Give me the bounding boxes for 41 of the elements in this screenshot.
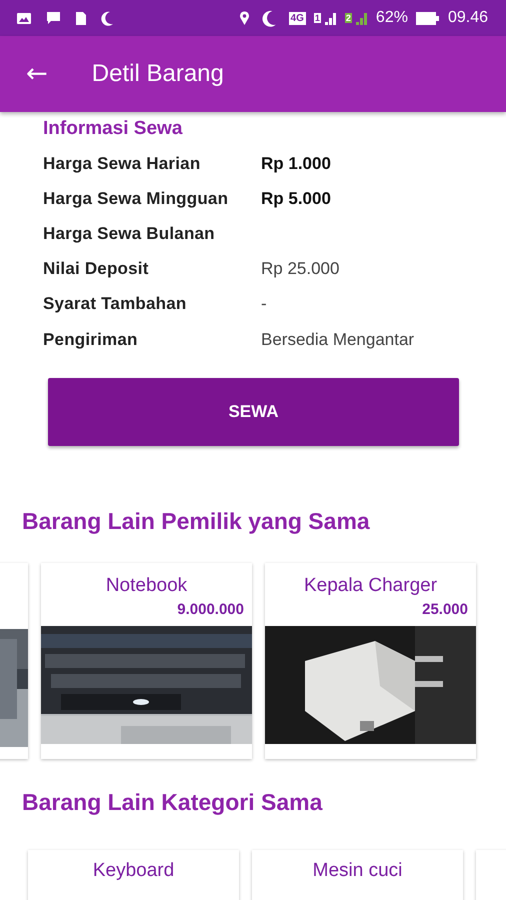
moon-icon [262,10,277,26]
signal-icon [324,10,337,26]
product-name: Kepala Charger [302,575,438,598]
section-heading: Barang Lain Kategori Sama [22,789,324,816]
signal-icon [356,10,368,26]
page-title: Detil Barang [92,60,224,88]
product-card[interactable]: Notebook 9.000.000 [41,563,252,760]
network-label: 4G [288,12,306,24]
battery-percent: 62% [376,9,408,27]
info-label: Syarat Tambahan [43,294,188,314]
moon-icon [101,10,114,26]
rent-button[interactable]: SEWA [48,378,459,446]
info-value: Rp 25.000 [261,259,340,280]
back-button[interactable]: ← [20,59,54,89]
info-label: Pengiriman [43,330,139,350]
location-icon [238,10,250,26]
info-value: Bersedia Mengantar [261,330,414,350]
info-label: Nilai Deposit [43,259,150,280]
info-value: Rp 5.000 [261,188,331,209]
sd-card-icon [75,10,87,26]
sim-label: 2 [344,13,352,23]
image-icon [16,12,32,24]
info-label: Harga Sewa Bulanan [43,224,216,244]
info-label: Harga Sewa Mingguan [43,188,230,209]
product-name: Keyboard [92,860,176,882]
product-card[interactable]: Keyboard [28,850,239,900]
info-value: - [261,294,267,314]
clock: 09.46 [448,9,488,27]
product-price: 25.000 [421,601,469,620]
product-card[interactable]: Mesin cuci [252,850,463,900]
info-label: Harga Sewa Harian [43,154,202,174]
battery-icon [416,10,440,26]
product-name: Mesin cuci [312,860,404,882]
section-heading: Informasi Sewa [43,118,184,140]
chat-icon [46,11,61,25]
section-heading: Barang Lain Pemilik yang Sama [22,508,371,536]
product-card[interactable]: Kepala Charger 25.000 [265,563,476,760]
product-price: 9.000.000 [176,601,245,620]
info-value: Rp 1.000 [261,154,331,174]
sim-label: 1 [314,13,321,23]
product-name: Notebook [104,575,188,598]
